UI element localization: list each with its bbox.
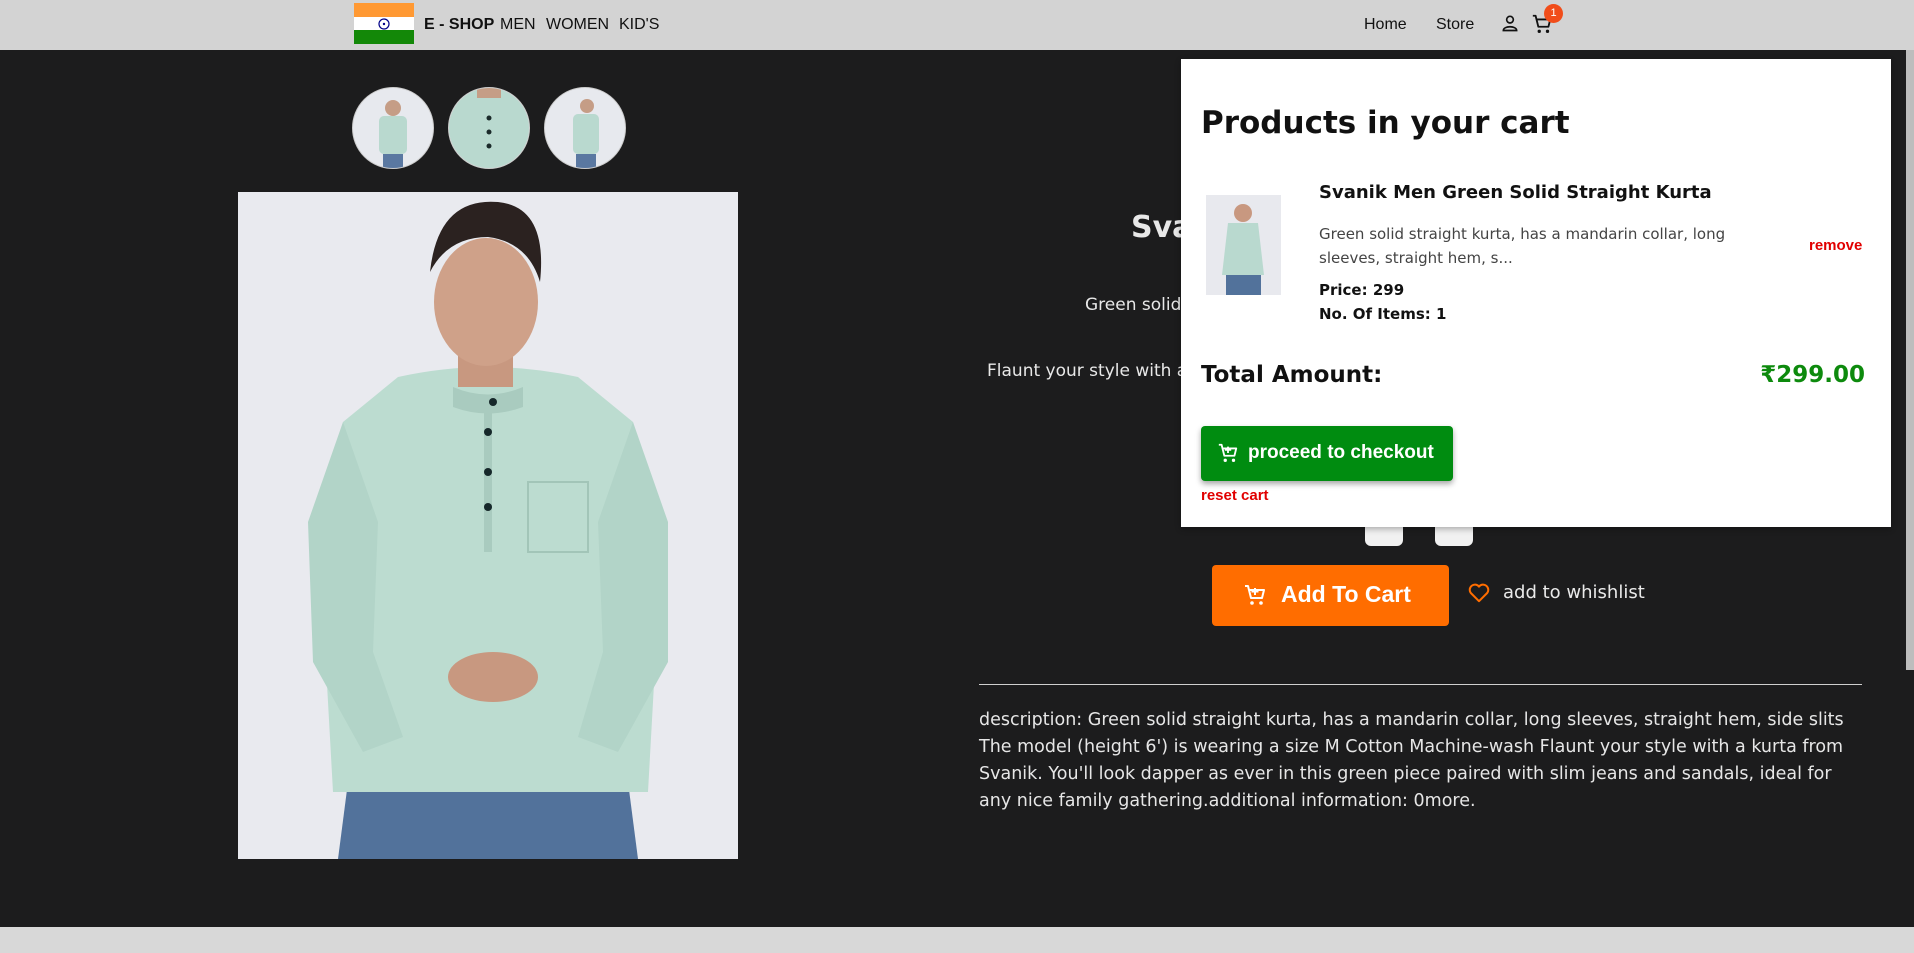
nav-link-kids[interactable]: KID'S <box>619 16 659 34</box>
cart-item-name[interactable]: Svanik Men Green Solid Straight Kurta <box>1319 182 1712 203</box>
user-icon[interactable] <box>1500 13 1520 33</box>
product-subtitle: Green solid s <box>1085 295 1196 315</box>
product-description: description: Green solid straight kurta,… <box>979 710 1844 811</box>
page-scrollbar[interactable] <box>1906 50 1914 670</box>
cart-item-image <box>1206 195 1281 295</box>
kurta-side-image <box>573 99 599 168</box>
section-divider <box>979 684 1862 685</box>
product-thumbnail-3[interactable] <box>544 87 626 169</box>
nav-link-women[interactable]: WOMEN <box>546 16 609 34</box>
wishlist-label: add to whishlist <box>1503 582 1645 603</box>
checkout-label: proceed to checkout <box>1248 442 1434 463</box>
add-to-cart-button[interactable]: Add To Cart <box>1212 565 1449 626</box>
cart-count-badge: 1 <box>1544 4 1563 23</box>
ashoka-chakra-icon <box>378 18 390 30</box>
cart-item-quantity: No. Of Items: 1 <box>1319 305 1447 323</box>
add-cart-icon <box>1245 585 1265 605</box>
cart-title: Products in your cart <box>1201 105 1570 141</box>
brand-name[interactable]: E - SHOP <box>424 16 494 34</box>
proceed-to-checkout-button[interactable]: proceed to checkout <box>1201 426 1453 481</box>
nav-link-home[interactable]: Home <box>1364 16 1407 34</box>
cart-item-description: Green solid straight kurta, has a mandar… <box>1319 225 1726 267</box>
kurta-thumbnail-image <box>379 100 407 168</box>
kurta-closeup-image <box>449 88 529 168</box>
cart-dropdown-panel: Products in your cart Svanik Men Green S… <box>1181 59 1891 527</box>
checkout-cart-icon <box>1218 443 1238 462</box>
page-footer <box>0 927 1914 953</box>
product-tagline: Flaunt your style with a k <box>987 361 1203 381</box>
remove-item-button[interactable]: remove <box>1809 237 1862 254</box>
nav-link-men[interactable]: MEN <box>500 16 536 34</box>
reset-cart-button[interactable]: reset cart <box>1201 487 1269 504</box>
top-navbar: E - SHOP MEN WOMEN KID'S Home Store 1 <box>0 0 1914 50</box>
total-amount-value: ₹299.00 <box>1760 362 1865 388</box>
cart-item-price: Price: 299 <box>1319 281 1405 299</box>
total-amount-label: Total Amount: <box>1201 362 1383 388</box>
heart-icon <box>1468 583 1490 603</box>
nav-link-store[interactable]: Store <box>1436 16 1474 34</box>
kurta-cart-thumbnail <box>1206 195 1281 295</box>
india-flag-logo[interactable] <box>354 3 414 44</box>
model-wearing-kurta-illustration <box>238 192 738 859</box>
product-thumbnail-1[interactable] <box>352 87 434 169</box>
product-main-image <box>238 192 738 859</box>
add-to-cart-label: Add To Cart <box>1281 581 1411 607</box>
product-thumbnail-2[interactable] <box>448 87 530 169</box>
